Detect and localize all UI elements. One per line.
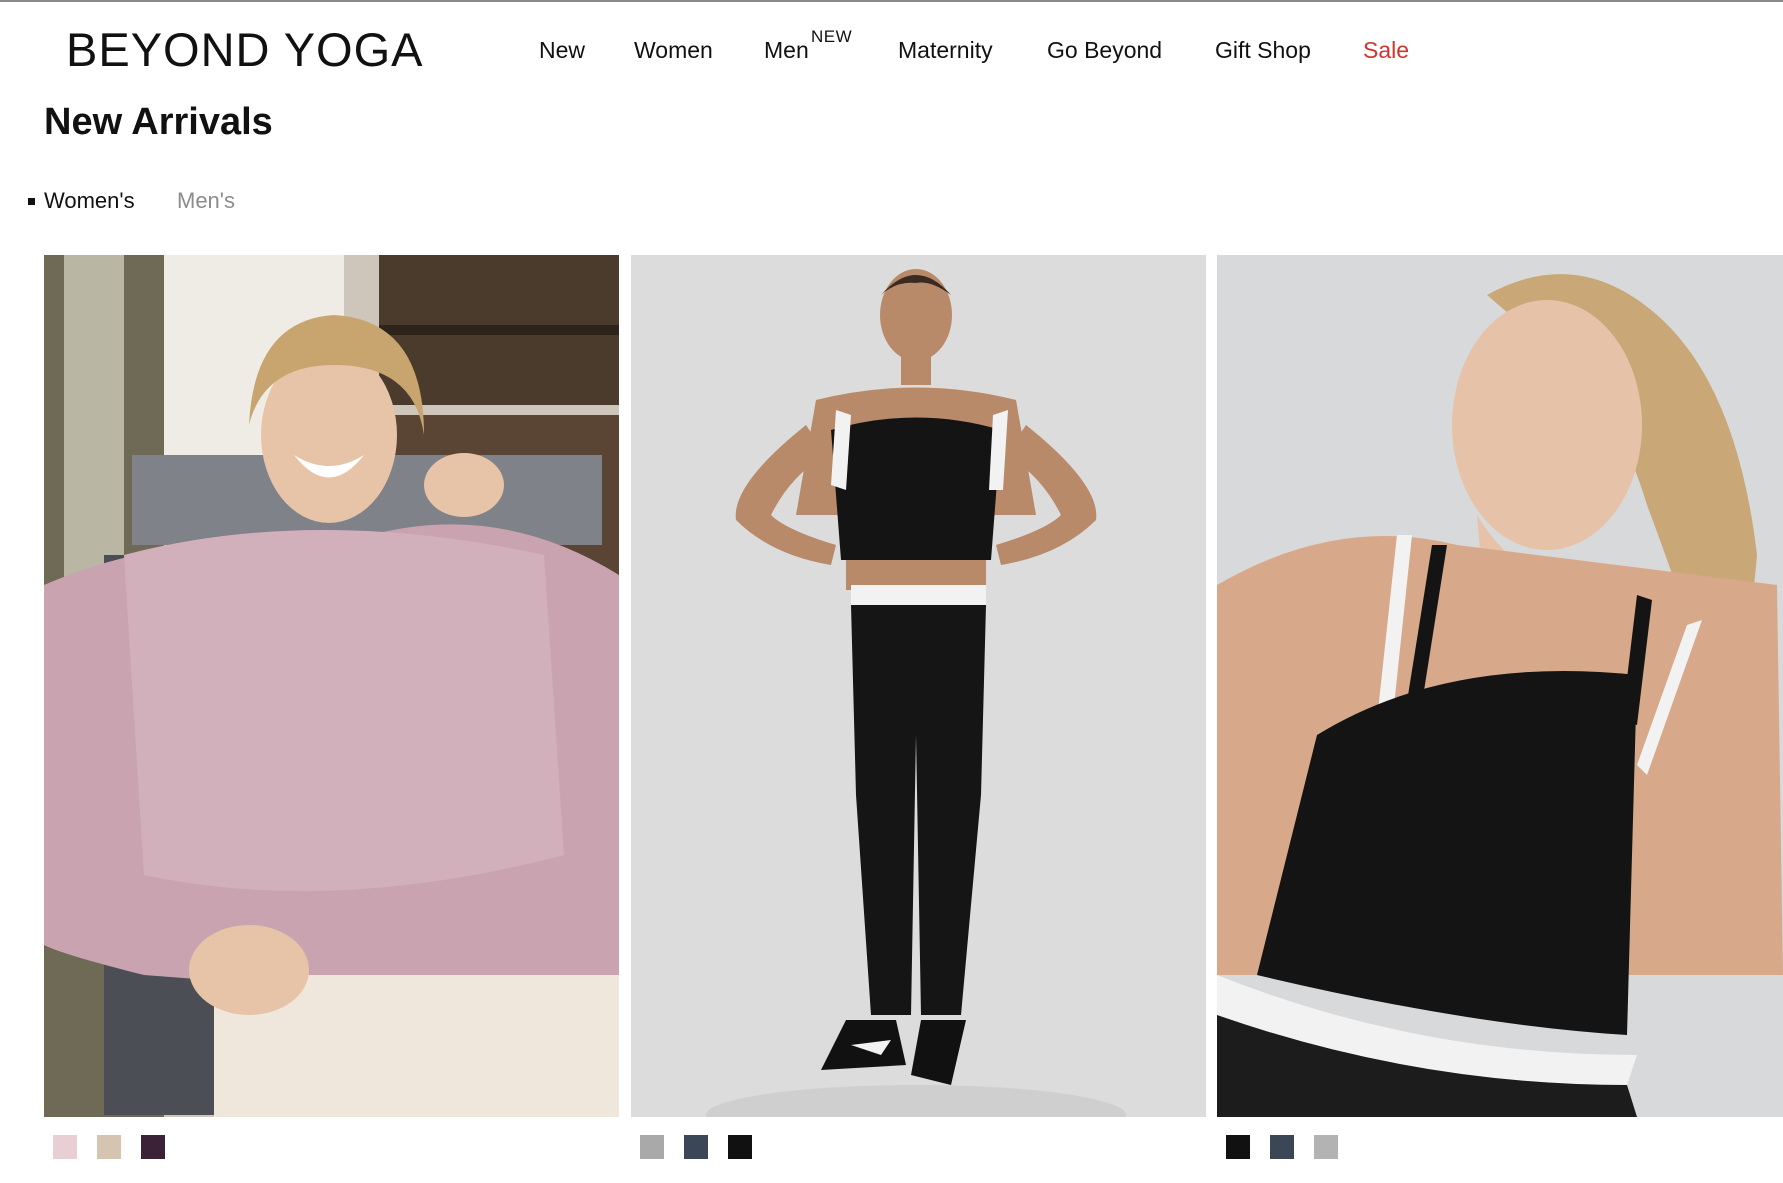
nav-item-maternity[interactable]: Maternity [898,36,993,64]
nav-item-gift-shop[interactable]: Gift Shop [1215,36,1311,64]
product-photo-crop-bra-closeup [1217,255,1783,1117]
color-swatch[interactable] [1226,1135,1250,1159]
nav-item-women[interactable]: Women [634,36,713,64]
color-swatch[interactable] [53,1135,77,1159]
product-photo-black-set [631,255,1206,1117]
color-swatch[interactable] [141,1135,165,1159]
color-swatch[interactable] [1270,1135,1294,1159]
product-image[interactable] [631,255,1206,1117]
nav-item-go-beyond[interactable]: Go Beyond [1047,36,1162,64]
product-photo-pink-sherpa [44,255,619,1117]
nav-new-badge: NEW [811,27,853,46]
main-nav: New Women Men NEW Maternity Go Beyond Gi… [0,0,1783,100]
gender-tabs: Women's Men's [0,186,400,216]
color-swatch[interactable] [728,1135,752,1159]
page-title: New Arrivals [44,101,273,143]
product-image[interactable] [1217,255,1783,1117]
nav-item-sale[interactable]: Sale [1363,36,1409,64]
color-swatch[interactable] [640,1135,664,1159]
nav-item-men[interactable]: Men [764,36,809,64]
tab-mens[interactable]: Men's [177,186,235,216]
color-swatch[interactable] [1314,1135,1338,1159]
tab-womens[interactable]: Women's [44,186,135,216]
product-image[interactable] [44,255,619,1117]
color-swatch[interactable] [684,1135,708,1159]
active-tab-marker [28,198,35,205]
color-swatch[interactable] [97,1135,121,1159]
nav-item-new[interactable]: New [539,36,585,64]
